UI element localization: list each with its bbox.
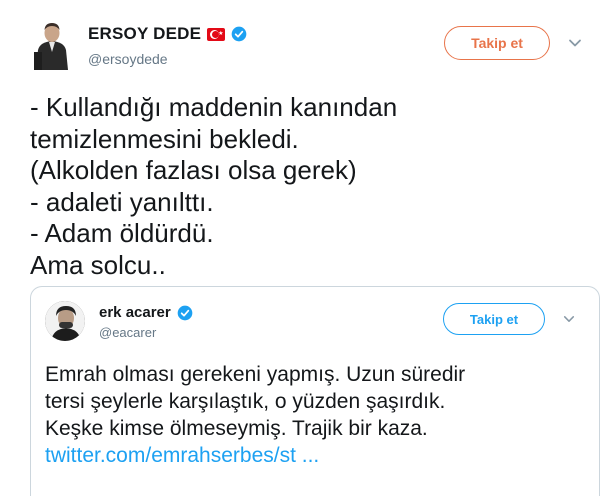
quoted-author-handle[interactable]: @eacarer: [99, 325, 156, 340]
quoted-text-line: Keşke kimse ölmeseymiş. Trajik bir kaza.: [45, 417, 428, 440]
author-handle[interactable]: @ersoydede: [88, 51, 168, 67]
quoted-text-line: Emrah olması gerekeni yapmış. Uzun süred…: [45, 363, 466, 386]
follow-button[interactable]: Takip et: [444, 26, 550, 60]
quoted-tweet-link[interactable]: twitter.com/emrahserbes/st ...: [45, 444, 319, 467]
quoted-text-line: tersi şeylerle karşılaştık, o yüzden şaş…: [45, 390, 446, 413]
tweet-text-line: - adaleti yanılttı.: [30, 186, 214, 217]
quoted-tweet-text: Emrah olması gerekeni yapmış. Uzun süred…: [45, 361, 595, 469]
tweet-text-line: - Kullandığı maddenin kanından: [30, 92, 398, 122]
tweet-header: ERSOY DEDE ★ @ersoydede Takip et: [30, 18, 590, 74]
tweet-card: ERSOY DEDE ★ @ersoydede Takip et - Kulla…: [0, 0, 616, 503]
tweet-text-line: (Alkolden fazlası olsa gerek): [30, 155, 357, 185]
author-name-row: ERSOY DEDE ★: [88, 24, 247, 44]
quoted-follow-button[interactable]: Takip et: [443, 303, 545, 335]
quoted-tweet[interactable]: erk acarer @eacarer Takip et Emrah olmas…: [30, 286, 600, 496]
quoted-author-name[interactable]: erk acarer: [99, 304, 171, 321]
avatar-person-icon: [30, 18, 74, 70]
quoted-author-name-row: erk acarer: [99, 304, 193, 321]
tweet-text-line: temizlenmesini bekledi.: [30, 123, 299, 154]
quoted-avatar-person-icon: [45, 301, 85, 341]
quoted-avatar[interactable]: [45, 301, 85, 341]
quoted-link-line: twitter.com/emrahserbes/st ...: [45, 442, 595, 469]
chevron-down-icon[interactable]: [563, 313, 575, 325]
tweet-text: - Kullandığı maddenin kanından temizlenm…: [30, 92, 590, 281]
tweet-text-line: - Adam öldürdü.: [30, 218, 214, 248]
author-name[interactable]: ERSOY DEDE: [88, 24, 201, 44]
verified-badge-icon: [177, 305, 193, 320]
chevron-down-icon[interactable]: [568, 36, 582, 50]
tweet-text-line: Ama solcu..: [30, 249, 166, 280]
avatar[interactable]: [30, 18, 74, 70]
verified-badge-icon: [231, 26, 247, 42]
turkey-flag-icon: ★: [207, 27, 226, 41]
